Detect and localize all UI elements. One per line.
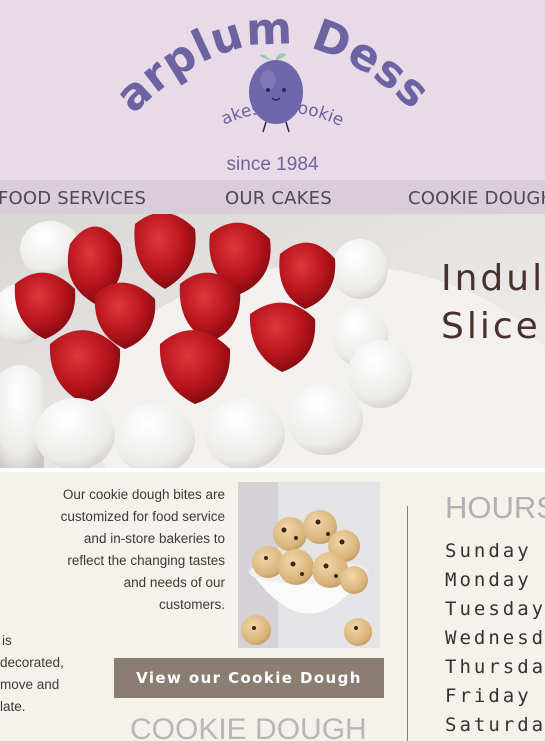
cookie-description: Our cookie dough bites are customized fo… bbox=[25, 484, 225, 616]
nav-item-food-services[interactable]: FOOD SERVICES bbox=[0, 188, 146, 209]
view-cookie-dough-button[interactable]: View our Cookie Dough bbox=[114, 658, 384, 698]
hours-day: Sunday bbox=[445, 540, 532, 562]
hours-title: HOURS bbox=[445, 490, 545, 525]
hours-day: Friday bbox=[445, 685, 532, 707]
brand-name: Sugarplum Desserts bbox=[0, 0, 439, 123]
fragment-line: move and bbox=[0, 677, 60, 692]
brand-logo[interactable]: Sugarplum Desserts Cakes & Cookies bbox=[0, 0, 545, 180]
cookie-section: Our cookie dough bites are customized fo… bbox=[0, 472, 545, 741]
cake-description-fragment: is decorated, move and late. bbox=[0, 630, 64, 718]
hours-day: Monday bbox=[445, 569, 532, 591]
since-year: since 1984 bbox=[226, 154, 319, 175]
hero-heading-line-2: Slice bbox=[441, 306, 541, 347]
description-line: customers. bbox=[158, 597, 225, 612]
nav-item-cookie-dough[interactable]: COOKIE DOUGH bbox=[408, 188, 545, 209]
hours-day: Tuesday bbox=[445, 598, 545, 620]
hours-day: Thursda bbox=[445, 656, 545, 678]
hours-day: Saturda bbox=[445, 714, 545, 736]
svg-text:Sugarplum Desserts: Sugarplum Desserts bbox=[0, 0, 440, 123]
cookie-dough-heading: COOKIE DOUGH bbox=[130, 713, 367, 741]
description-line: and needs of our bbox=[123, 575, 225, 590]
nav-item-our-cakes[interactable]: OUR CAKES bbox=[225, 188, 332, 209]
description-line: customized for food service bbox=[60, 509, 225, 524]
fragment-line: decorated, bbox=[0, 655, 64, 670]
description-line: and in-store bakeries to bbox=[83, 531, 225, 546]
site-header: Sugarplum Desserts Cakes & Cookies since… bbox=[0, 0, 545, 180]
description-line: reflect the changing tastes bbox=[67, 553, 225, 568]
description-line: Our cookie dough bites are bbox=[62, 487, 225, 502]
hero-banner: Indul Slice bbox=[0, 214, 545, 468]
plum-mascot-icon bbox=[249, 53, 303, 133]
fragment-line: is bbox=[2, 633, 12, 648]
cookie-dough-photo bbox=[238, 482, 380, 648]
column-divider bbox=[407, 506, 408, 741]
fragment-line: late. bbox=[0, 699, 26, 714]
hero-heading-line-1: Indul bbox=[441, 258, 545, 299]
hours-day: Wednesd bbox=[445, 627, 545, 649]
main-nav: FOOD SERVICES OUR CAKES COOKIE DOUGH bbox=[0, 180, 545, 214]
